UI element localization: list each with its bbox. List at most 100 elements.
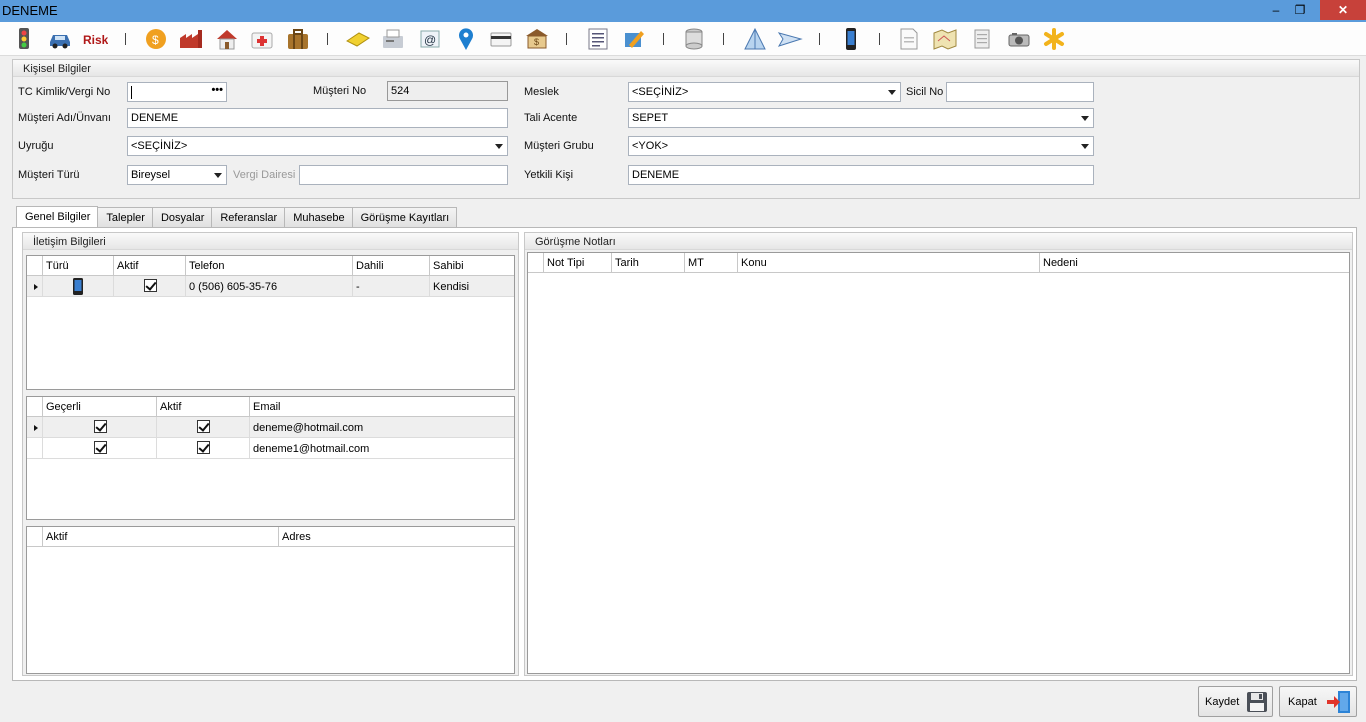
phone-dahili-cell[interactable]: -	[353, 276, 430, 297]
list-icon[interactable]	[585, 27, 611, 51]
tools-icon[interactable]	[621, 27, 647, 51]
column-header[interactable]: Email	[250, 397, 514, 417]
yetkili-input[interactable]: DENEME	[628, 165, 1094, 185]
coin-icon[interactable]: $	[143, 27, 169, 51]
column-header[interactable]: MT	[685, 253, 738, 273]
first-aid-icon[interactable]	[249, 27, 275, 51]
checkbox[interactable]	[94, 420, 107, 433]
tab-talepler[interactable]: Talepler	[98, 207, 153, 228]
tc-lookup-button[interactable]: •••	[211, 84, 223, 96]
suitcase-icon[interactable]	[285, 27, 311, 51]
soap-icon[interactable]	[345, 27, 371, 51]
save-button[interactable]: Kaydet	[1198, 686, 1273, 717]
column-header[interactable]: Not Tipi	[544, 253, 612, 273]
column-header[interactable]: Aktif	[114, 256, 186, 276]
toolbar-separator	[327, 33, 328, 45]
pyramid-icon[interactable]	[742, 27, 768, 51]
tab-referanslar[interactable]: Referanslar	[212, 207, 286, 228]
chevron-down-icon	[1081, 144, 1089, 149]
table-row[interactable]	[27, 276, 43, 297]
scroll-icon[interactable]	[969, 27, 995, 51]
checkbox[interactable]	[94, 441, 107, 454]
phone-active-cell[interactable]	[114, 276, 186, 297]
column-header[interactable]: Konu	[738, 253, 1040, 273]
minimize-button[interactable]: –	[1266, 0, 1286, 20]
car-icon[interactable]	[47, 27, 73, 51]
column-header[interactable]: Telefon	[186, 256, 353, 276]
close-window-button[interactable]: ✕	[1320, 0, 1366, 20]
grubu-select[interactable]: <YOK>	[628, 136, 1094, 156]
table-row[interactable]	[27, 438, 43, 459]
svg-text:$: $	[152, 33, 159, 47]
personal-info-header: Kişisel Bilgiler	[13, 60, 1359, 77]
tab-muhasebe[interactable]: Muhasebe	[285, 207, 353, 228]
tali-select[interactable]: SEPET	[628, 108, 1094, 128]
traffic-light-icon[interactable]	[11, 27, 37, 51]
row-indicator-header	[528, 253, 544, 273]
column-header[interactable]: Nedeni	[1040, 253, 1349, 273]
column-header[interactable]: Sahibi	[430, 256, 514, 276]
tab-dosyalar[interactable]: Dosyalar	[152, 207, 213, 228]
uyrugu-select[interactable]: <SEÇİNİZ>	[127, 136, 508, 156]
location-pin-icon[interactable]	[453, 27, 479, 51]
card-icon[interactable]	[488, 27, 514, 51]
row-indicator-header	[27, 397, 43, 417]
close-button[interactable]: Kapat	[1279, 686, 1357, 717]
column-header[interactable]: Aktif	[43, 527, 279, 547]
turu-select[interactable]: Bireysel	[127, 165, 227, 185]
asterisk-icon[interactable]	[1041, 27, 1067, 51]
adi-input[interactable]: DENEME	[127, 108, 508, 128]
factory-icon[interactable]	[178, 27, 204, 51]
phone-number-cell[interactable]: 0 (506) 605-35-76	[186, 276, 353, 297]
paper-plane-icon[interactable]	[777, 27, 803, 51]
checkbox[interactable]	[197, 441, 210, 454]
column-header[interactable]: Türü	[43, 256, 114, 276]
meslek-label: Meslek	[524, 86, 559, 98]
column-header[interactable]: Geçerli	[43, 397, 157, 417]
column-header[interactable]: Adres	[279, 527, 514, 547]
table-row[interactable]	[27, 417, 43, 438]
email-icon[interactable]: @	[417, 27, 443, 51]
email-address-cell[interactable]: deneme1@hotmail.com	[250, 438, 514, 459]
email-active-cell[interactable]	[157, 417, 250, 438]
yetkili-label: Yetkili Kişi	[524, 169, 574, 181]
text-caret	[131, 86, 132, 99]
save-button-label: Kaydet	[1205, 695, 1240, 708]
database-icon[interactable]	[681, 27, 707, 51]
risk-icon[interactable]: Risk	[82, 27, 108, 51]
email-valid-cell[interactable]	[43, 438, 157, 459]
restore-button[interactable]: ❐	[1290, 0, 1310, 20]
tab-genel-bilgiler[interactable]: Genel Bilgiler	[16, 206, 99, 228]
column-header[interactable]: Tarih	[612, 253, 685, 273]
phone-type-cell[interactable]	[43, 276, 114, 297]
fax-icon[interactable]	[380, 27, 406, 51]
bank-icon[interactable]: $	[524, 27, 550, 51]
vergi-input[interactable]	[299, 165, 508, 185]
checkbox[interactable]	[197, 420, 210, 433]
chevron-down-icon	[888, 90, 896, 95]
document-icon[interactable]	[896, 27, 922, 51]
meslek-select[interactable]: <SEÇİNİZ>	[628, 82, 901, 102]
toolbar-separator	[819, 33, 820, 45]
toolbar: Risk $ @ $	[0, 22, 1366, 56]
mobile-phone-icon[interactable]	[838, 27, 864, 51]
svg-text:@: @	[424, 33, 436, 47]
sicil-input[interactable]	[946, 82, 1094, 102]
email-valid-cell[interactable]	[43, 417, 157, 438]
column-header[interactable]: Dahili	[353, 256, 430, 276]
column-header[interactable]: Aktif	[157, 397, 250, 417]
adi-label: Müşteri Adı/Ünvanı	[18, 112, 111, 124]
email-address-cell[interactable]: deneme@hotmail.com	[250, 417, 514, 438]
notes-grid: Not Tipi Tarih MT Konu Nedeni	[527, 252, 1350, 674]
turu-value: Bireysel	[131, 169, 171, 181]
tab-gorusme-kayitlari[interactable]: Görüşme Kayıtları	[352, 207, 458, 228]
notes-header: Görüşme Notları	[525, 233, 1352, 250]
phone-owner-cell[interactable]: Kendisi	[430, 276, 514, 297]
camera-icon[interactable]	[1006, 27, 1032, 51]
checkbox[interactable]	[144, 279, 157, 292]
map-icon[interactable]	[932, 27, 958, 51]
tc-input[interactable]: •••	[127, 82, 227, 102]
email-active-cell[interactable]	[157, 438, 250, 459]
house-icon[interactable]	[214, 27, 240, 51]
window-title: DENEME	[2, 3, 58, 18]
